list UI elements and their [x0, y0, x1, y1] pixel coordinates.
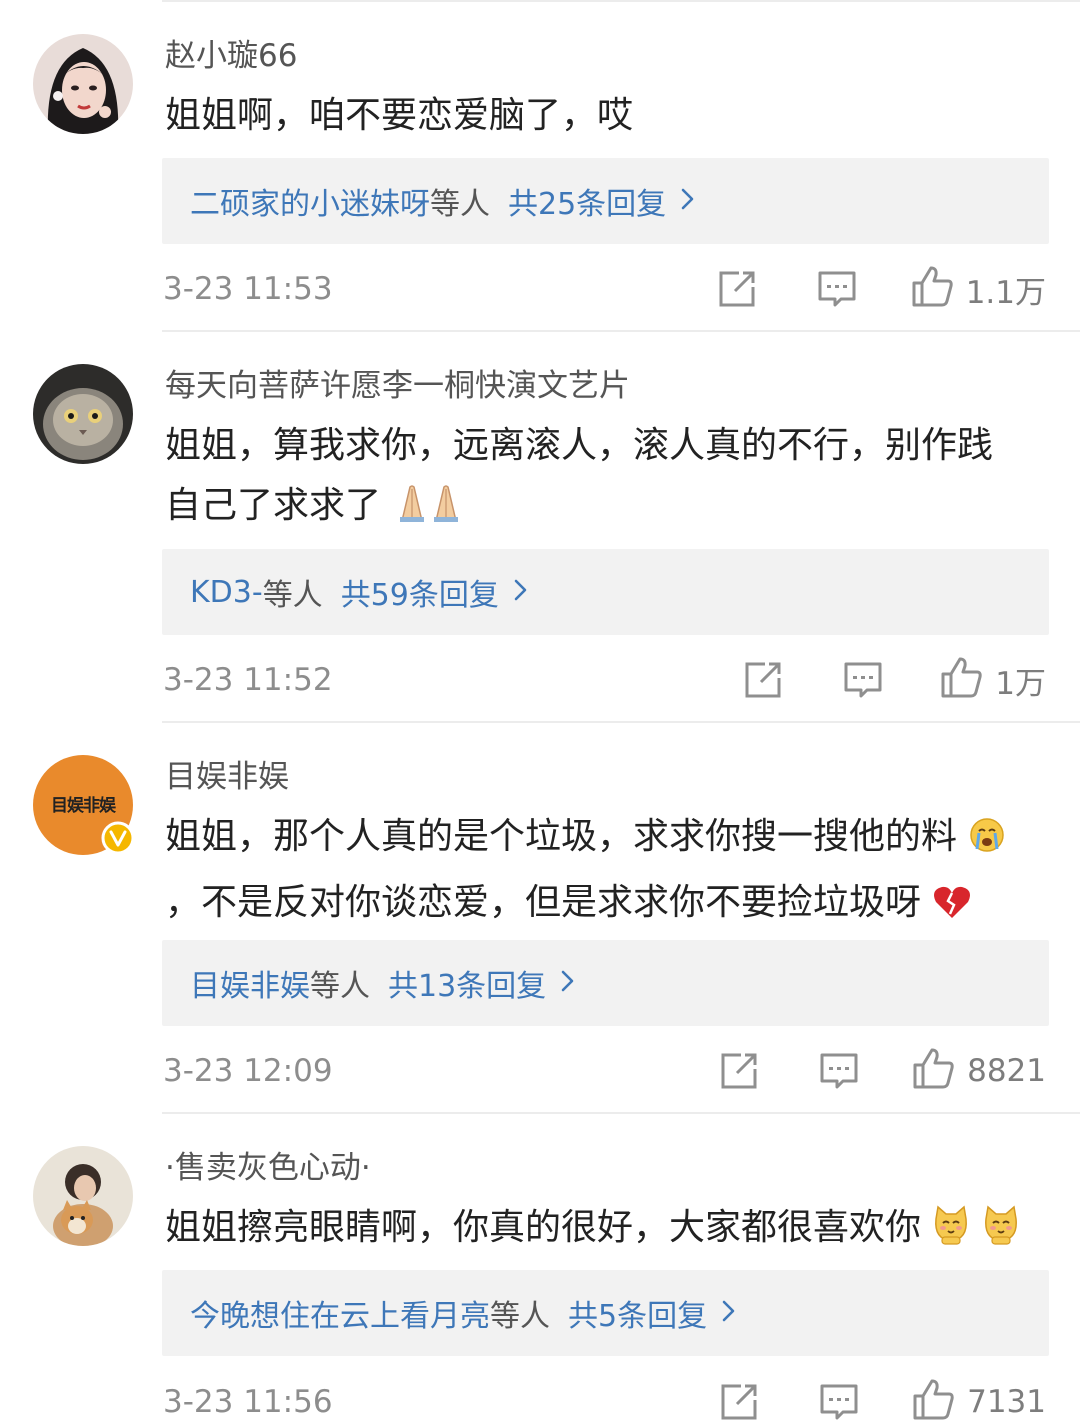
- like-count: 1.1万: [965, 274, 1046, 311]
- like-button[interactable]: 1万: [939, 655, 1046, 705]
- comment-text: 姐姐擦亮眼睛啊，你真的很好，大家都很喜欢你: [165, 1198, 1025, 1264]
- like-button[interactable]: 7131: [911, 1377, 1046, 1423]
- avatar[interactable]: 目娱非娱: [33, 755, 135, 855]
- comment-item: 目娱非娱 目娱非娱 姐姐，那个人真的是个垃圾，求求你搜一搜他的料 ，不是反对你谈…: [0, 723, 1080, 1114]
- avatar[interactable]: [33, 1146, 133, 1246]
- share-icon[interactable]: [740, 657, 786, 703]
- like-count: 7131: [967, 1384, 1046, 1420]
- share-icon[interactable]: [714, 266, 760, 312]
- reply-summary[interactable]: KD3- 等人 共59条回复: [162, 549, 1049, 635]
- like-count: 1万: [995, 665, 1046, 702]
- reply-suffix: 等人: [310, 969, 370, 1004]
- like-count: 8821: [967, 1053, 1046, 1089]
- username[interactable]: 目娱非娱: [165, 757, 289, 797]
- reply-count[interactable]: 共13条回复: [388, 961, 546, 1005]
- avatar[interactable]: [33, 364, 133, 464]
- reply-summary[interactable]: 今晚想住在云上看月亮 等人 共5条回复: [162, 1270, 1049, 1356]
- comment-footer: 3-23 12:09 8821: [0, 1046, 1080, 1096]
- chevron-right-icon: [513, 575, 529, 610]
- comment-text: 姐姐，那个人真的是个垃圾，求求你搜一搜他的料 ，不是反对你谈恋爱，但是求求你不要…: [165, 807, 1025, 939]
- username[interactable]: 赵小璇66: [165, 36, 297, 76]
- crying-emoji: [968, 813, 1006, 873]
- comment-item: 赵小璇66 姐姐啊，咱不要恋爱脑了，哎 二硕家的小迷妹呀 等人 共25条回复 3…: [0, 0, 1080, 332]
- comment-icon[interactable]: [840, 657, 886, 703]
- comment-footer: 3-23 11:52 1万: [0, 655, 1080, 705]
- comment-text-body-end: ，不是反对你谈恋爱，但是求求你不要捡垃圾呀: [165, 882, 922, 923]
- comment-icon[interactable]: [816, 1379, 862, 1423]
- comment-footer: 3-23 11:53 1.1万: [0, 264, 1080, 314]
- timestamp: 3-23 11:52: [163, 662, 333, 698]
- comment-text-body: 姐姐啊，咱不要恋爱脑了，哎: [165, 95, 634, 136]
- reply-count[interactable]: 共59条回复: [341, 570, 499, 614]
- pray-emoji: [392, 482, 468, 542]
- reply-names[interactable]: KD3-: [190, 575, 263, 610]
- reply-suffix: 等人: [490, 1299, 550, 1334]
- avatar-logo-text: 目娱非娱: [51, 796, 116, 816]
- comment-text-body: 姐姐，那个人真的是个垃圾，求求你搜一搜他的料: [165, 816, 958, 857]
- comment-text-body: 姐姐，算我求你，远离滚人，滚人真的不行，别作践自己了求求了: [165, 425, 994, 526]
- reply-names[interactable]: 目娱非娱: [190, 961, 310, 1005]
- reply-suffix: 等人: [430, 187, 490, 222]
- chevron-right-icon: [680, 184, 696, 219]
- cat-emoji: [982, 1204, 1020, 1264]
- comment-text: 姐姐，算我求你，远离滚人，滚人真的不行，别作践自己了求求了: [165, 416, 1025, 542]
- comment-footer: 3-23 11:56 7131: [0, 1377, 1080, 1423]
- timestamp: 3-23 12:09: [163, 1053, 333, 1089]
- chevron-right-icon: [721, 1296, 737, 1331]
- share-icon[interactable]: [716, 1048, 762, 1094]
- like-icon[interactable]: [911, 1378, 955, 1423]
- reply-names[interactable]: 二硕家的小迷妹呀: [190, 179, 430, 223]
- username[interactable]: ·售卖灰色心动·: [165, 1148, 371, 1188]
- like-icon[interactable]: [910, 265, 954, 313]
- reply-summary[interactable]: 目娱非娱 等人 共13条回复: [162, 940, 1049, 1026]
- comment-item: 每天向菩萨许愿李一桐快演文艺片 姐姐，算我求你，远离滚人，滚人真的不行，别作践自…: [0, 332, 1080, 723]
- like-icon[interactable]: [911, 1047, 955, 1095]
- reply-names[interactable]: 今晚想住在云上看月亮: [190, 1291, 490, 1335]
- comment-text-body: 姐姐擦亮眼睛啊，你真的很好，大家都很喜欢你: [165, 1207, 922, 1248]
- chevron-right-icon: [560, 966, 576, 1001]
- like-button[interactable]: 1.1万: [910, 264, 1046, 314]
- timestamp: 3-23 11:56: [163, 1384, 333, 1420]
- username[interactable]: 每天向菩萨许愿李一桐快演文艺片: [165, 366, 630, 406]
- share-icon[interactable]: [716, 1379, 762, 1423]
- comment-icon[interactable]: [814, 266, 860, 312]
- broken-heart-emoji: [932, 879, 972, 939]
- timestamp: 3-23 11:53: [163, 271, 333, 307]
- avatar[interactable]: [33, 34, 133, 134]
- reply-summary[interactable]: 二硕家的小迷妹呀 等人 共25条回复: [162, 158, 1049, 244]
- comment-icon[interactable]: [816, 1048, 862, 1094]
- reply-count[interactable]: 共25条回复: [508, 179, 666, 223]
- like-icon[interactable]: [939, 656, 983, 704]
- reply-count[interactable]: 共5条回复: [568, 1291, 707, 1335]
- verified-icon: [101, 821, 135, 855]
- cat-emoji: [932, 1204, 970, 1264]
- comment-text: 姐姐啊，咱不要恋爱脑了，哎: [165, 86, 1025, 146]
- reply-suffix: 等人: [262, 578, 323, 613]
- comment-item: ·售卖灰色心动· 姐姐擦亮眼睛啊，你真的很好，大家都很喜欢你 今晚想住在云上看月…: [0, 1114, 1080, 1423]
- like-button[interactable]: 8821: [911, 1046, 1046, 1096]
